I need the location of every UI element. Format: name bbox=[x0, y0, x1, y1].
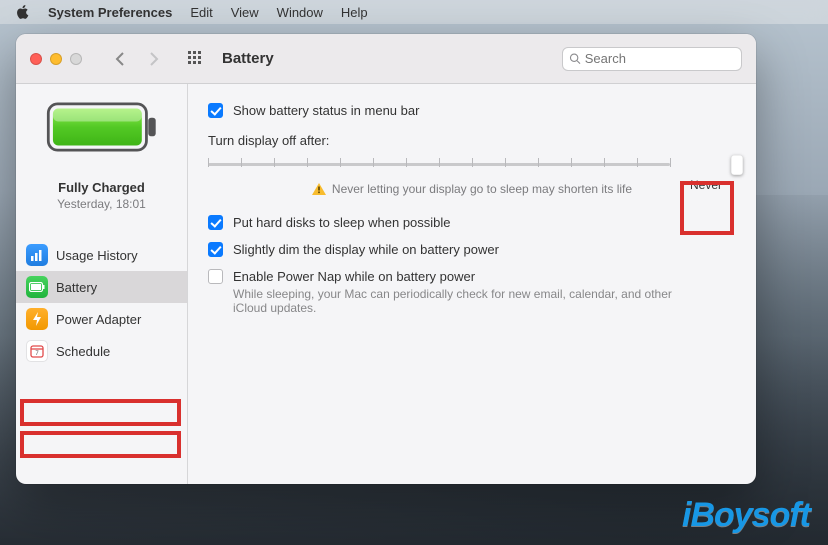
menubar: System Preferences Edit View Window Help bbox=[0, 0, 828, 24]
close-button[interactable] bbox=[30, 53, 42, 65]
search-field[interactable] bbox=[562, 47, 742, 71]
window-title: Battery bbox=[222, 50, 274, 67]
schedule-icon: 7 bbox=[26, 340, 48, 362]
forward-button[interactable] bbox=[148, 52, 160, 66]
powernap-row[interactable]: Enable Power Nap while on battery power … bbox=[208, 268, 736, 315]
slider-warning: Never letting your display go to sleep m… bbox=[208, 182, 736, 196]
menubar-item-window[interactable]: Window bbox=[277, 5, 323, 20]
display-off-slider[interactable]: Never bbox=[208, 156, 736, 172]
minimize-button[interactable] bbox=[50, 53, 62, 65]
search-icon bbox=[569, 52, 581, 65]
hard-disks-row[interactable]: Put hard disks to sleep when possible bbox=[208, 214, 736, 231]
warning-text: Never letting your display go to sleep m… bbox=[332, 182, 632, 196]
grid-icon[interactable] bbox=[188, 51, 204, 67]
menubar-item-edit[interactable]: Edit bbox=[190, 5, 212, 20]
usage-history-icon bbox=[26, 244, 48, 266]
battery-icon bbox=[26, 276, 48, 298]
show-status-checkbox[interactable] bbox=[208, 103, 223, 118]
slider-heading: Turn display off after: bbox=[208, 133, 736, 148]
watermark: iBoysoft bbox=[682, 496, 810, 535]
show-status-label: Show battery status in menu bar bbox=[233, 102, 419, 119]
sidebar: Fully Charged Yesterday, 18:01 Usage His… bbox=[16, 84, 188, 484]
sidebar-item-power-adapter[interactable]: Power Adapter bbox=[16, 303, 187, 335]
battery-status-time: Yesterday, 18:01 bbox=[16, 197, 187, 211]
power-adapter-icon bbox=[26, 308, 48, 330]
powernap-label: Enable Power Nap while on battery power bbox=[233, 268, 673, 285]
menubar-item-help[interactable]: Help bbox=[341, 5, 368, 20]
dim-row[interactable]: Slightly dim the display while on batter… bbox=[208, 241, 736, 258]
battery-status-title: Fully Charged bbox=[16, 180, 187, 195]
sidebar-item-label: Power Adapter bbox=[56, 312, 141, 327]
window-titlebar: Battery bbox=[16, 34, 756, 84]
dim-label: Slightly dim the display while on batter… bbox=[233, 241, 499, 258]
search-input[interactable] bbox=[585, 51, 735, 66]
menubar-app-name[interactable]: System Preferences bbox=[48, 5, 172, 20]
slider-never-label: Never bbox=[676, 178, 736, 192]
sidebar-item-label: Battery bbox=[56, 280, 97, 295]
slider-track[interactable] bbox=[208, 156, 670, 172]
traffic-lights bbox=[30, 53, 82, 65]
zoom-button[interactable] bbox=[70, 53, 82, 65]
preferences-window: Battery Fully Char bbox=[16, 34, 756, 484]
sidebar-item-schedule[interactable]: 7 Schedule bbox=[16, 335, 187, 367]
dim-checkbox[interactable] bbox=[208, 242, 223, 257]
nav-buttons bbox=[114, 52, 160, 66]
svg-text:7: 7 bbox=[35, 351, 39, 357]
slider-knob[interactable] bbox=[731, 155, 743, 175]
powernap-desc: While sleeping, your Mac can periodicall… bbox=[233, 287, 673, 315]
show-status-row[interactable]: Show battery status in menu bar bbox=[208, 102, 736, 119]
warning-icon bbox=[312, 183, 326, 195]
apple-logo-icon bbox=[16, 5, 30, 19]
sidebar-item-usage-history[interactable]: Usage History bbox=[16, 239, 187, 271]
menubar-item-view[interactable]: View bbox=[231, 5, 259, 20]
window-content: Fully Charged Yesterday, 18:01 Usage His… bbox=[16, 84, 756, 484]
sidebar-item-label: Schedule bbox=[56, 344, 110, 359]
main-pane: Show battery status in menu bar Turn dis… bbox=[188, 84, 756, 484]
sidebar-item-label: Usage History bbox=[56, 248, 138, 263]
battery-large-icon bbox=[46, 102, 158, 152]
sidebar-item-battery[interactable]: Battery bbox=[16, 271, 187, 303]
hard-disks-checkbox[interactable] bbox=[208, 215, 223, 230]
hard-disks-label: Put hard disks to sleep when possible bbox=[233, 214, 451, 231]
powernap-checkbox[interactable] bbox=[208, 269, 223, 284]
back-button[interactable] bbox=[114, 52, 126, 66]
